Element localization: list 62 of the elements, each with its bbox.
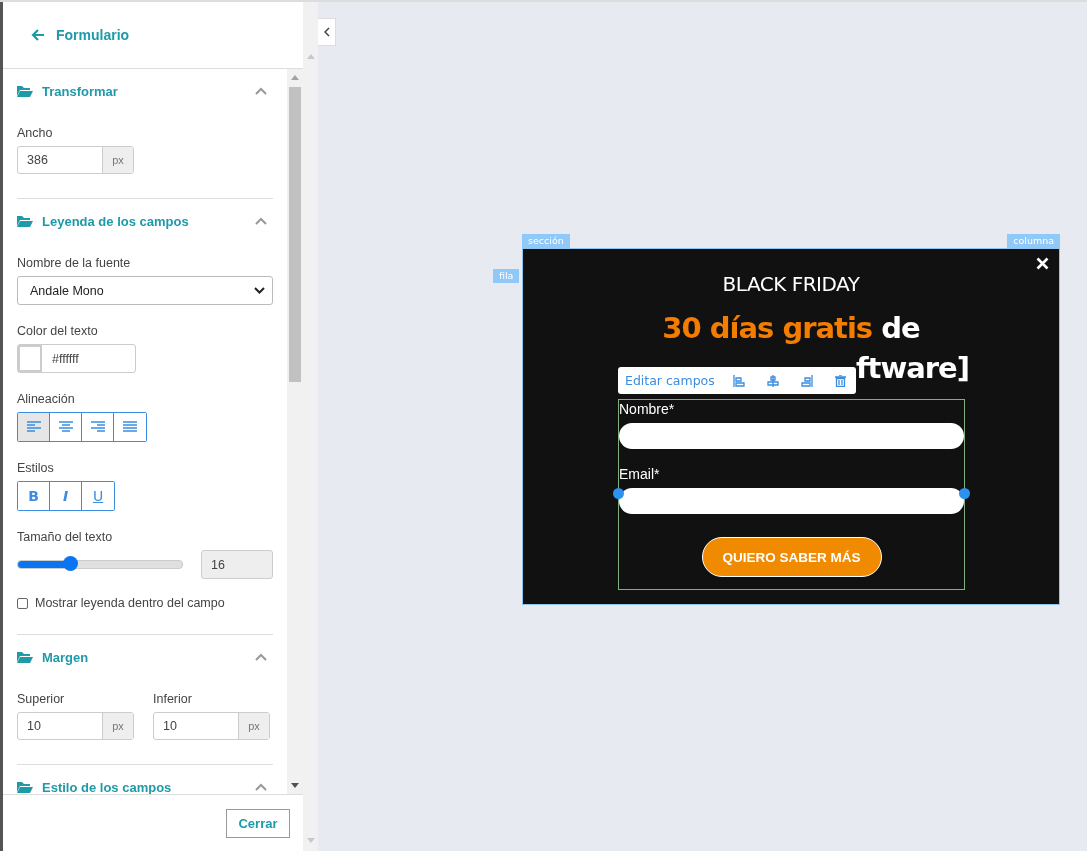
scrollbar[interactable] bbox=[287, 69, 303, 794]
headline-highlight: 30 días gratis bbox=[662, 311, 873, 345]
margin-field[interactable]: 10 px bbox=[153, 712, 270, 740]
field-label: Email* bbox=[619, 466, 660, 482]
field-label: Color del texto bbox=[17, 324, 98, 338]
checkbox[interactable] bbox=[17, 597, 28, 609]
align-left-icon[interactable] bbox=[732, 374, 745, 387]
align-left-icon bbox=[26, 421, 41, 433]
section-title: Leyenda de los campos bbox=[42, 213, 190, 229]
chevron-icon[interactable] bbox=[255, 783, 267, 791]
section-title: Margen bbox=[42, 649, 90, 665]
align-left-button[interactable] bbox=[18, 413, 50, 441]
unit-label: px bbox=[238, 713, 269, 739]
resize-handle[interactable] bbox=[959, 488, 970, 499]
trash-icon[interactable] bbox=[834, 374, 846, 387]
caret-icon bbox=[254, 287, 265, 294]
panel-title: Formulario bbox=[56, 27, 130, 43]
align-right-icon bbox=[90, 421, 105, 433]
field-label: Nombre* bbox=[619, 401, 675, 417]
field-label: Estilos bbox=[17, 461, 54, 475]
headline-text: de bbox=[881, 311, 920, 345]
field-label: Nombre de la fuente bbox=[17, 256, 131, 270]
color-field[interactable]: #ffffff bbox=[17, 344, 136, 373]
section-title: Transformar bbox=[42, 83, 119, 99]
input-field[interactable] bbox=[619, 423, 964, 449]
unit-label: px bbox=[102, 147, 133, 173]
align-center-icon bbox=[58, 421, 73, 433]
folder-icon bbox=[17, 85, 33, 97]
align-center-icon[interactable] bbox=[766, 374, 779, 387]
close-icon[interactable] bbox=[1036, 257, 1049, 270]
folder-icon bbox=[17, 651, 33, 663]
field-label: Tamaño del texto bbox=[17, 530, 113, 544]
column-tag: columna bbox=[1007, 234, 1060, 248]
section-title: Estilo de los campos bbox=[42, 779, 173, 794]
chevron-icon[interactable] bbox=[255, 87, 267, 95]
input-field[interactable] bbox=[619, 488, 964, 514]
popup-heading: BLACK FRIDAY bbox=[722, 272, 860, 296]
section-tag: sección bbox=[522, 234, 570, 248]
font-dropdown[interactable]: Andale Mono bbox=[17, 276, 273, 305]
chevron-icon bbox=[323, 27, 330, 37]
margin-field[interactable]: 10 px bbox=[17, 712, 134, 740]
row-tag: fila bbox=[493, 269, 520, 283]
back-arrow-icon[interactable] bbox=[31, 28, 45, 42]
chevron-icon[interactable] bbox=[255, 653, 267, 661]
align-justify-icon bbox=[123, 421, 137, 433]
field-label: Inferior bbox=[153, 692, 192, 706]
field-label: Ancho bbox=[17, 126, 53, 140]
folder-icon bbox=[17, 215, 33, 227]
chevron-icon[interactable] bbox=[255, 217, 267, 225]
edit-fields-link[interactable]: Editar campos bbox=[625, 373, 715, 388]
checkbox-label: Mostrar leyenda dentro del campo bbox=[35, 596, 225, 610]
resize-handle[interactable] bbox=[613, 488, 624, 499]
width-field[interactable]: 386 px bbox=[17, 146, 134, 174]
folder-icon bbox=[17, 781, 33, 793]
field-label: Superior bbox=[17, 692, 65, 706]
field-label: Alineación bbox=[17, 392, 75, 406]
scrollbar[interactable] bbox=[303, 2, 318, 851]
headline-text: ftware] bbox=[855, 351, 969, 385]
collapse-button[interactable] bbox=[318, 18, 336, 46]
size-field[interactable]: 16 bbox=[201, 550, 273, 579]
align-right-icon[interactable] bbox=[800, 374, 813, 387]
unit-label: px bbox=[102, 713, 133, 739]
